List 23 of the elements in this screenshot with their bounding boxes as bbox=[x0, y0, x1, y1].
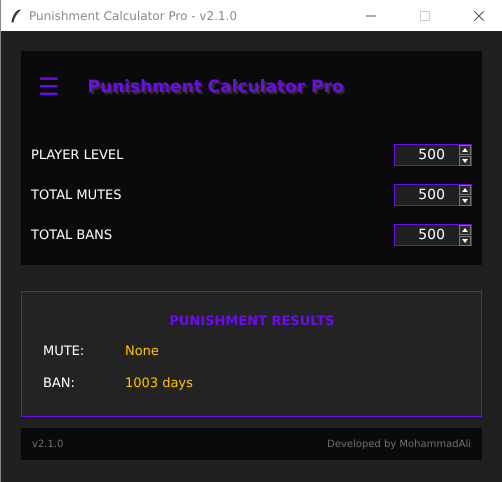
up-arrow-icon[interactable] bbox=[459, 184, 471, 194]
app-title: Punishment Calculator Pro bbox=[88, 77, 344, 97]
number-spinbox[interactable]: 500 bbox=[394, 184, 472, 206]
close-icon[interactable] bbox=[474, 10, 484, 20]
down-arrow-icon[interactable] bbox=[459, 236, 471, 246]
result-value: 1003 days bbox=[125, 376, 193, 390]
window-title: Punishment Calculator Pro - v2.1.0 bbox=[29, 8, 238, 22]
version-text: v2.1.0 bbox=[32, 438, 64, 450]
feather-icon bbox=[11, 8, 21, 22]
credit-text: Developed by MohammadAli bbox=[327, 438, 471, 450]
number-spinbox[interactable]: 500 bbox=[394, 144, 472, 166]
field-label: TOTAL MUTES bbox=[31, 188, 122, 202]
down-arrow-icon[interactable] bbox=[459, 156, 471, 166]
result-label: MUTE: bbox=[43, 344, 86, 358]
number-spinbox[interactable]: 500 bbox=[394, 224, 472, 246]
result-value: None bbox=[125, 344, 159, 358]
field-label: PLAYER LEVEL bbox=[31, 148, 124, 162]
result-label: BAN: bbox=[43, 376, 76, 390]
up-arrow-icon[interactable] bbox=[459, 224, 471, 234]
up-arrow-icon[interactable] bbox=[459, 144, 471, 154]
field-label: TOTAL BANS bbox=[31, 228, 112, 242]
down-arrow-icon[interactable] bbox=[459, 196, 471, 206]
results-title: PUNISHMENT RESULTS bbox=[169, 314, 335, 329]
